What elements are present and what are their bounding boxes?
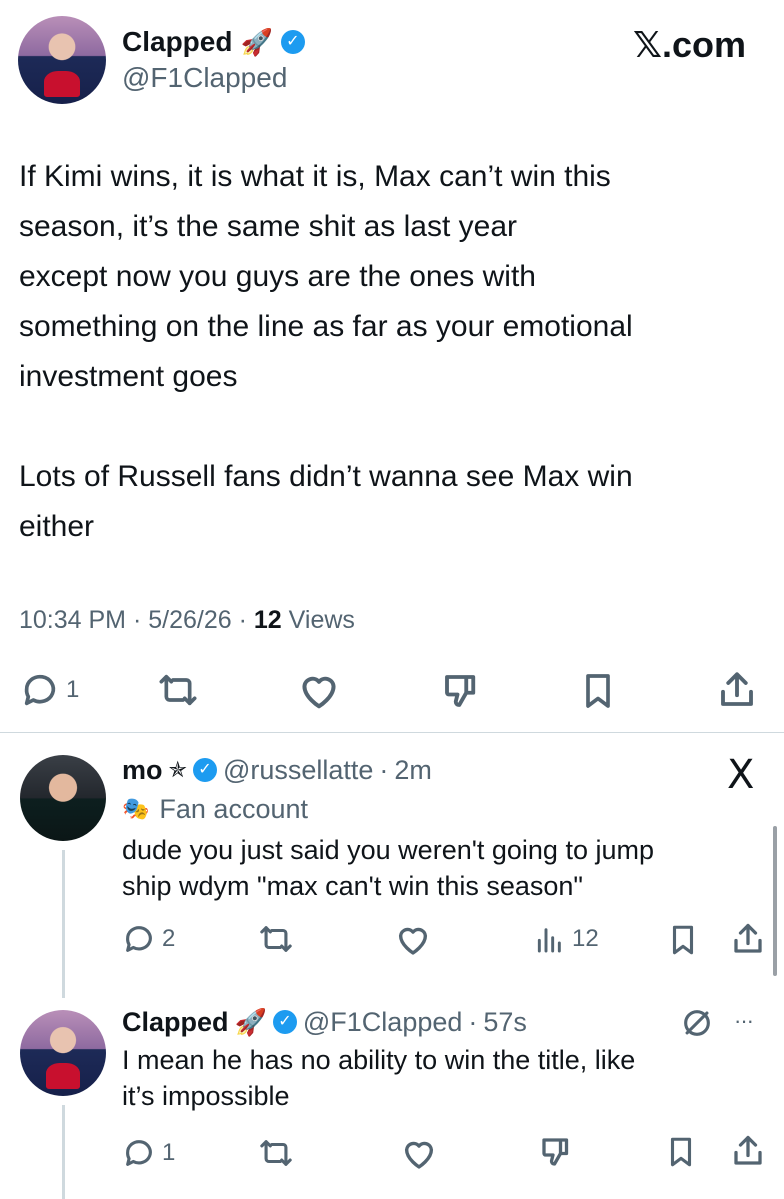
share-icon <box>734 923 762 953</box>
dislike-button[interactable] <box>538 1134 574 1170</box>
x-logo-icon: X <box>727 752 755 798</box>
tweet-line: something on the line as far as your emo… <box>19 310 633 343</box>
author-name-row: Clapped 🚀 ✓ <box>122 22 305 62</box>
divider <box>0 732 784 733</box>
analytics-button[interactable]: 12 <box>534 922 599 956</box>
like-icon <box>404 1141 434 1169</box>
fan-account-label: 🎭 Fan account <box>122 790 308 828</box>
tweet-line: except now you guys are the ones with <box>19 260 536 293</box>
avatar[interactable] <box>18 16 106 104</box>
tweet-meta: 10:34 PM · 5/26/26 · 12 Views <box>19 606 355 635</box>
reply-text: I mean he has no ability to win the titl… <box>122 1042 762 1114</box>
retweet-button[interactable] <box>156 670 200 710</box>
reply-button[interactable]: 1 <box>20 670 79 710</box>
tweet-line: If Kimi wins, it is what it is, Max can’… <box>19 160 611 193</box>
theater-mask-icon: 🎭 <box>122 796 150 821</box>
reply-time[interactable]: 57s <box>483 1007 527 1038</box>
dislike-icon <box>542 1138 569 1166</box>
thread-line <box>62 1105 65 1199</box>
star-icon: ✯ <box>168 757 187 782</box>
views-count: 12 <box>572 925 599 952</box>
rocket-icon: 🚀 <box>234 1006 267 1037</box>
no-entry-icon <box>684 1010 710 1036</box>
share-icon <box>734 1135 762 1165</box>
tweet-line: either <box>19 510 95 543</box>
views-label: Views <box>288 606 355 634</box>
retweet-button[interactable] <box>257 1136 295 1170</box>
brand-logo: 𝕏.com <box>632 24 746 65</box>
dislike-button[interactable] <box>440 670 482 712</box>
reply-count: 1 <box>162 1139 176 1166</box>
bookmark-button[interactable] <box>578 670 618 712</box>
author-handle[interactable]: @F1Clapped <box>122 62 287 94</box>
author-name[interactable]: Clapped <box>122 1007 229 1038</box>
avatar[interactable] <box>20 755 106 841</box>
verified-icon: ✓ <box>272 1010 297 1034</box>
bookmark-icon <box>670 1137 692 1167</box>
no-entry-button[interactable] <box>680 1006 714 1040</box>
bookmark-icon <box>672 925 694 955</box>
reply-text: dude you just said you weren't going to … <box>122 832 762 904</box>
author-name[interactable]: mo <box>122 755 163 786</box>
bookmark-icon <box>586 674 610 708</box>
reply-icon <box>126 926 152 952</box>
tweet-text: If Kimi wins, it is what it is, Max can’… <box>19 152 759 552</box>
meta-separator: · <box>468 1006 478 1037</box>
reply-count: 1 <box>66 676 80 703</box>
reply-count: 2 <box>162 925 176 952</box>
meta-separator: · <box>238 606 247 634</box>
reply-icon <box>126 1140 152 1166</box>
retweet-icon <box>260 926 292 952</box>
reply-header: Clapped 🚀 ✓ @F1Clapped · 57s <box>122 1002 527 1042</box>
reply-line: dude you just said you weren't going to … <box>122 835 654 865</box>
tweet-line: investment goes <box>19 360 238 393</box>
like-icon <box>302 676 336 709</box>
dislike-icon <box>445 675 476 707</box>
meta-separator: · <box>132 606 142 634</box>
views-count: 12 <box>253 606 282 634</box>
reply-header: mo ✯ ✓ @russellatte · 2m <box>122 750 432 790</box>
tweet-line: season, it’s the same shit as last year <box>19 210 518 243</box>
reply-button[interactable]: 2 <box>122 922 175 956</box>
retweet-icon <box>260 1140 292 1166</box>
like-button[interactable] <box>394 922 432 956</box>
scrollbar[interactable] <box>773 826 777 976</box>
author-handle[interactable]: @russellatte <box>223 755 373 786</box>
tweet-time[interactable]: 10:34 PM <box>19 606 126 634</box>
reply-line: it’s impossible <box>122 1081 290 1111</box>
reply-line: I mean he has no ability to win the titl… <box>122 1045 636 1075</box>
author-handle[interactable]: @F1Clapped <box>303 1007 463 1038</box>
like-button[interactable] <box>297 670 341 710</box>
analytics-icon <box>537 928 561 953</box>
reply-line: ship wdym "max can't win this season" <box>122 871 584 901</box>
fan-account-text: Fan account <box>159 793 308 824</box>
share-button[interactable] <box>730 1132 766 1170</box>
reply-button[interactable]: 1 <box>122 1136 175 1170</box>
verified-icon: ✓ <box>192 758 217 782</box>
bookmark-button[interactable] <box>666 922 700 958</box>
avatar[interactable] <box>20 1010 106 1096</box>
like-icon <box>398 927 428 955</box>
more-options-button[interactable]: ··· <box>734 1008 754 1034</box>
meta-separator: · <box>379 754 389 785</box>
share-button[interactable] <box>730 920 766 958</box>
verified-icon: ✓ <box>280 30 305 54</box>
bookmark-button[interactable] <box>664 1134 698 1170</box>
author-name[interactable]: Clapped <box>122 26 232 58</box>
share-button[interactable] <box>716 668 758 712</box>
like-button[interactable] <box>400 1136 438 1170</box>
tweet-line: Lots of Russell fans didn’t wanna see Ma… <box>19 460 633 493</box>
retweet-icon <box>159 674 197 706</box>
retweet-button[interactable] <box>257 922 295 956</box>
reply-time[interactable]: 2m <box>394 755 432 786</box>
thread-line <box>62 850 65 998</box>
reply-icon <box>24 674 56 706</box>
share-icon <box>721 672 753 706</box>
tweet-date[interactable]: 5/26/26 <box>148 606 231 634</box>
rocket-icon: 🚀 <box>240 26 273 57</box>
